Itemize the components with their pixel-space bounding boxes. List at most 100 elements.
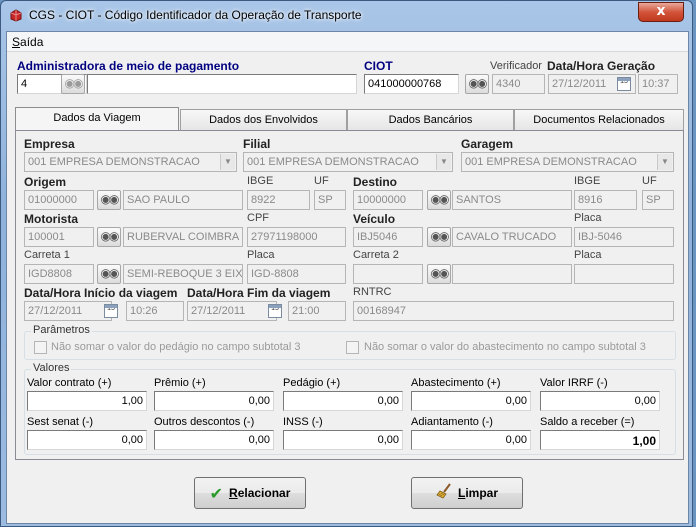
adm-label: Administradora de meio de pagamento <box>17 59 240 73</box>
fim-hora-field[interactable]: 21:00 <box>288 301 346 321</box>
calendar-icon[interactable]: 15 <box>617 77 631 91</box>
carreta2-search-button[interactable]: ◉◉ <box>427 264 451 284</box>
calendar-icon[interactable]: 15 <box>268 304 282 318</box>
verificador-label: Verificador <box>490 60 542 72</box>
close-icon: x <box>656 3 666 19</box>
carreta1-code-field[interactable]: IGD8808 <box>24 264 94 284</box>
abastecimento-field[interactable]: 0,00 <box>411 391 531 411</box>
relacionar-label: elacionar <box>237 486 291 500</box>
veiculo-code-field[interactable]: IBJ5046 <box>353 227 423 247</box>
garagem-label: Garagem <box>461 137 514 151</box>
chevron-down-icon: ▼ <box>657 154 672 170</box>
valor-contrato-label: Valor contrato (+) <box>27 377 112 389</box>
tab-dados-envolvidos[interactable]: Dados dos Envolvidos <box>180 109 347 130</box>
filial-combo[interactable]: 001 EMPRESA DEMONSTRACAO ▼ <box>243 152 453 172</box>
menu-saida-rest: aída <box>20 35 44 49</box>
origem-ibge-field: 8922 <box>247 190 310 210</box>
inss-label: INSS (-) <box>283 416 323 428</box>
inicio-hora-field[interactable]: 10:26 <box>126 301 184 321</box>
outros-descontos-field[interactable]: 0,00 <box>154 430 274 450</box>
carreta1-search-button[interactable]: ◉◉ <box>97 264 121 284</box>
ciot-field[interactable]: 041000000768 <box>364 74 459 94</box>
pedagio-field[interactable]: 0,00 <box>283 391 403 411</box>
adm-name-field[interactable] <box>87 74 357 94</box>
chevron-down-icon: ▼ <box>220 154 235 170</box>
pedagio-label: Pedágio (+) <box>283 377 341 389</box>
saldo-receber-label: Saldo a receber (=) <box>540 416 635 428</box>
destino-search-button[interactable]: ◉◉ <box>427 190 451 210</box>
binoculars-icon: ◉◉ <box>100 266 120 280</box>
limpar-button[interactable]: Limpar <box>411 477 523 509</box>
destino-code-field[interactable]: 10000000 <box>353 190 423 210</box>
rntrc-field: 00168947 <box>353 301 674 321</box>
calendar-icon[interactable]: 15 <box>104 304 118 318</box>
fim-data-field[interactable]: 27/12/2011 <box>187 301 277 321</box>
carreta2-placa-label: Placa <box>574 249 602 261</box>
adiantamento-label: Adiantamento (-) <box>411 416 493 428</box>
binoculars-icon: ◉◉ <box>430 266 450 280</box>
tab-dados-viagem[interactable]: Dados da Viagem <box>15 107 179 130</box>
carreta1-placa-label: Placa <box>247 249 275 261</box>
abastecimento-label: Abastecimento (+) <box>411 377 501 389</box>
garagem-value: 001 EMPRESA DEMONSTRACAO <box>465 156 637 168</box>
inss-field[interactable]: 0,00 <box>283 430 403 450</box>
filial-label: Filial <box>243 137 271 151</box>
valor-contrato-field[interactable]: 1,00 <box>27 391 147 411</box>
carreta2-label: Carreta 2 <box>353 249 399 261</box>
broom-icon <box>436 483 451 499</box>
parametros-title: Parâmetros <box>31 324 92 336</box>
client-area: Saída Administradora de meio de pagament… <box>6 31 689 524</box>
parametros-group: Parâmetros Não somar o valor do pedágio … <box>24 324 676 360</box>
destino-uf-field: SP <box>642 190 674 210</box>
sest-senat-field[interactable]: 0,00 <box>27 430 147 450</box>
relacionar-button[interactable]: ✔ Relacionar <box>194 477 306 509</box>
premio-field[interactable]: 0,00 <box>154 391 274 411</box>
close-button[interactable]: x <box>638 2 684 22</box>
carreta2-name-field <box>452 264 572 284</box>
data-hora-geracao-label: Data/Hora Geração <box>547 59 656 73</box>
carreta2-code-field[interactable] <box>353 264 423 284</box>
motorista-name-field: RUBERVAL COIMBRA <box>123 227 243 247</box>
destino-ibge-field: 8916 <box>574 190 637 210</box>
destino-name-field: SANTOS <box>452 190 572 210</box>
nao-somar-pedagio-checkbox[interactable] <box>34 341 47 354</box>
destino-label: Destino <box>353 175 398 189</box>
menu-bar: Saída <box>7 32 688 52</box>
menu-saida-accel: S <box>12 35 21 49</box>
sest-senat-label: Sest senat (-) <box>27 416 94 428</box>
saldo-receber-field: 1,00 <box>540 430 660 450</box>
motorista-code-field[interactable]: 100001 <box>24 227 94 247</box>
carreta1-name-field: SEMI-REBOQUE 3 EIX <box>123 264 243 284</box>
ciot-search-button[interactable]: ◉◉ <box>465 74 489 94</box>
veiculo-placa-field: IBJ-5046 <box>574 227 674 247</box>
inicio-data-field[interactable]: 27/12/2011 <box>24 301 112 321</box>
valor-irrf-label: Valor IRRF (-) <box>540 377 608 389</box>
fim-viagem-label: Data/Hora Fim da viagem <box>187 286 331 300</box>
empresa-combo[interactable]: 001 EMPRESA DEMONSTRACAO ▼ <box>24 152 237 172</box>
tab-documentos-relacionados[interactable]: Documentos Relacionados <box>514 109 684 130</box>
check-icon: ✔ <box>209 486 224 503</box>
origem-search-button[interactable]: ◉◉ <box>97 190 121 210</box>
tab-dados-bancarios[interactable]: Dados Bancários <box>347 109 514 130</box>
carreta2-placa-field <box>574 264 674 284</box>
origem-uf-label: UF <box>314 175 329 187</box>
destino-uf-label: UF <box>642 175 657 187</box>
garagem-combo[interactable]: 001 EMPRESA DEMONSTRACAO ▼ <box>461 152 674 172</box>
app-icon <box>10 9 22 22</box>
motorista-search-button[interactable]: ◉◉ <box>97 227 121 247</box>
chevron-down-icon: ▼ <box>436 154 451 170</box>
title-bar[interactable]: CGS - CIOT - Código Identificador da Ope… <box>1 1 694 29</box>
premio-label: Prêmio (+) <box>154 377 206 389</box>
valor-irrf-field[interactable]: 0,00 <box>540 391 660 411</box>
origem-uf-field: SP <box>314 190 346 210</box>
cpf-field: 27971198000 <box>247 227 346 247</box>
filial-value: 001 EMPRESA DEMONSTRACAO <box>247 156 419 168</box>
adiantamento-field[interactable]: 0,00 <box>411 430 531 450</box>
origem-ibge-label: IBGE <box>247 175 274 187</box>
adm-search-button[interactable]: ◉◉ <box>61 74 85 94</box>
veiculo-search-button[interactable]: ◉◉ <box>427 227 451 247</box>
nao-somar-abastecimento-label: Não somar o valor do abastecimento no ca… <box>364 341 646 353</box>
origem-code-field[interactable]: 01000000 <box>24 190 94 210</box>
menu-saida[interactable]: Saída <box>12 35 43 49</box>
nao-somar-abastecimento-checkbox[interactable] <box>346 341 359 354</box>
